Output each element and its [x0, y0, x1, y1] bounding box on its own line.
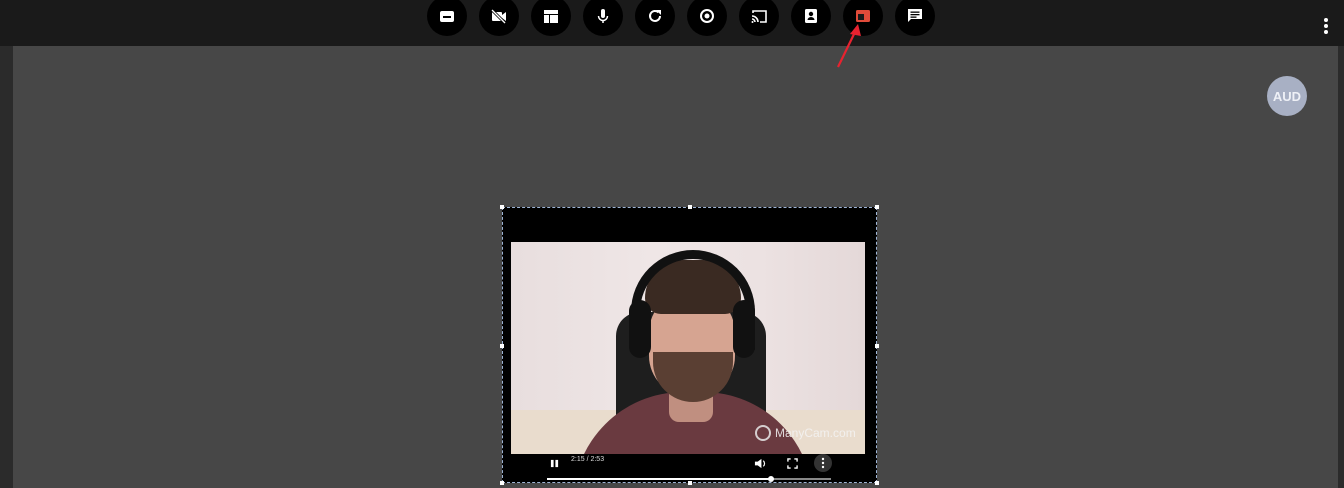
video-frame: ManyCam.com	[511, 242, 865, 454]
left-panel-edge	[0, 46, 13, 488]
watermark-text: ManyCam.com	[775, 426, 856, 440]
refresh-button[interactable]	[635, 0, 675, 36]
resize-handle[interactable]	[688, 205, 692, 209]
more-vert-icon	[1324, 18, 1328, 34]
volume-icon	[754, 458, 765, 468]
watermark: ManyCam.com	[755, 425, 856, 441]
record-button[interactable]	[687, 0, 727, 36]
resize-handle[interactable]	[875, 205, 879, 209]
progress-knob[interactable]	[768, 476, 775, 482]
volume-button[interactable]	[752, 455, 768, 471]
avatar: AUD	[1267, 76, 1307, 116]
chat-button[interactable]	[895, 0, 935, 36]
video-player[interactable]: ManyCam.com 2:15 / 2:53	[500, 205, 879, 485]
cast-icon	[751, 10, 767, 23]
microphone-button[interactable]	[583, 0, 623, 36]
fullscreen-icon	[786, 457, 798, 469]
leave-meeting-icon	[440, 11, 454, 22]
right-panel-edge	[1338, 46, 1344, 488]
playback-time: 2:15 / 2:53	[571, 456, 605, 463]
microphone-icon	[597, 9, 609, 23]
video-controls: 2:15 / 2:53	[503, 454, 876, 482]
layout-button[interactable]	[531, 0, 571, 36]
refresh-icon	[649, 9, 661, 22]
layout-icon	[544, 10, 558, 23]
leave-meeting-button[interactable]	[427, 0, 467, 36]
manycam-logo-icon	[755, 425, 771, 441]
progress-fill	[547, 478, 772, 480]
record-icon	[700, 9, 714, 23]
participants-button[interactable]	[791, 0, 831, 36]
resize-handle[interactable]	[500, 344, 504, 348]
cast-button[interactable]	[739, 0, 779, 36]
video-more-button[interactable]	[814, 454, 832, 472]
participants-icon	[805, 9, 817, 23]
more-vert-icon	[821, 457, 825, 469]
resize-handle[interactable]	[500, 205, 504, 209]
annotation-arrow	[837, 24, 861, 68]
pause-button[interactable]	[547, 456, 561, 470]
fullscreen-button[interactable]	[784, 455, 800, 471]
meeting-toolbar	[0, 0, 1344, 46]
video-toggle-button[interactable]	[479, 0, 519, 36]
resize-handle[interactable]	[875, 344, 879, 348]
pause-icon	[550, 459, 558, 467]
more-options-button[interactable]	[1316, 14, 1336, 38]
chat-icon	[908, 9, 922, 22]
progress-bar[interactable]	[547, 476, 831, 482]
video-off-icon	[490, 8, 507, 25]
